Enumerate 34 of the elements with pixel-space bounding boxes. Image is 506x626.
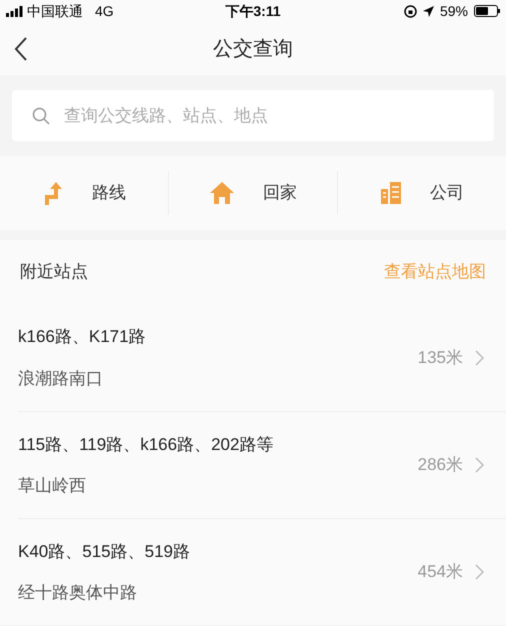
search-icon	[32, 106, 50, 124]
station-row[interactable]: k166路、K171路 浪潮路南口 135米	[18, 304, 506, 411]
station-name: 经十路奥体中路	[18, 582, 138, 604]
distance: 286米	[418, 454, 463, 476]
shortcut-button[interactable]: 回家	[209, 180, 297, 206]
section-title: 附近站点	[20, 261, 88, 284]
bus-lines: 115路、119路、k166路、202路等	[18, 434, 274, 456]
shortcut-button[interactable]: 公司	[380, 180, 464, 206]
bus-lines: k166路、K171路	[18, 326, 147, 348]
rotation-lock-icon	[404, 4, 417, 18]
station-name: 草山岭西	[18, 475, 87, 497]
station-row[interactable]: 115路、119路、k166路、202路等 草山岭西 286米	[18, 411, 506, 518]
network-type: 4G	[95, 2, 114, 20]
signal-icon	[6, 6, 23, 16]
station-name: 浪潮路南口	[18, 368, 104, 390]
bus-lines: K40路、515路、519路	[18, 540, 191, 562]
distance: 135米	[418, 346, 463, 369]
chevron-right-icon	[475, 350, 484, 366]
chevron-right-icon	[475, 564, 484, 580]
house-icon	[209, 181, 235, 205]
page-title: 公交查询	[213, 36, 293, 62]
search-field[interactable]: 查询公交线路、站点、地点	[12, 90, 494, 141]
turn-arrow-icon	[42, 180, 64, 206]
status-time: 下午3:11	[225, 2, 281, 20]
station-row[interactable]: K40路、515路、519路 经十路奥体中路 454米	[18, 518, 506, 625]
carrier-name: 中国联通	[27, 2, 83, 20]
battery-icon	[474, 5, 500, 17]
chevron-right-icon	[475, 457, 484, 473]
distance: 454米	[418, 561, 463, 584]
location-arrow-icon	[422, 6, 434, 16]
search-input[interactable]: 查询公交线路、站点、地点	[64, 102, 474, 128]
shortcut-button[interactable]: 路线	[42, 180, 126, 206]
building-icon	[380, 181, 402, 205]
battery-percent: 59%	[440, 2, 468, 20]
